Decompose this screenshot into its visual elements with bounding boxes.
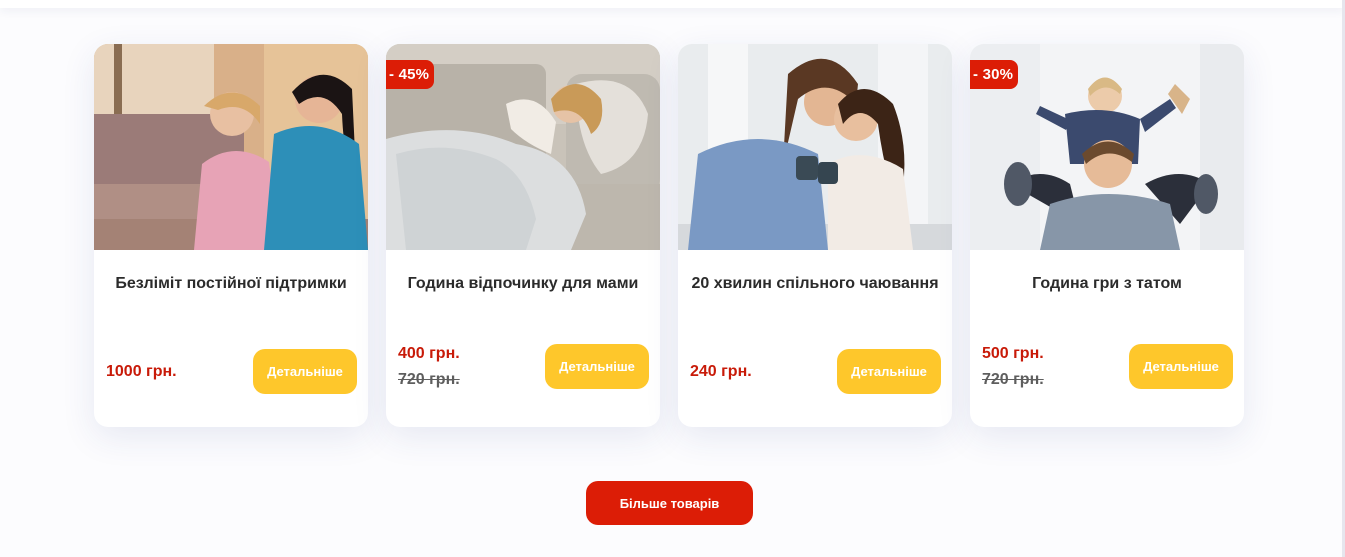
product-card[interactable]: Безліміт постійної підтримки 1000 грн. Д…	[94, 44, 368, 427]
product-price: 1000 грн.	[106, 363, 177, 380]
discount-badge: - 30%	[970, 60, 1019, 89]
product-photo[interactable]: - 45%	[386, 44, 660, 250]
price-block: 400 грн. 720 грн.	[398, 341, 460, 393]
product-photo[interactable]: - 30%	[970, 44, 1244, 250]
old-price: 720 грн.	[982, 371, 1044, 388]
product-title: Година гри з татом	[1032, 275, 1182, 292]
price-block: 1000 грн.	[106, 359, 177, 385]
product-card[interactable]: - 45% Година відпочинку для мами 400 грн…	[386, 44, 660, 427]
price-block: 240 грн.	[690, 359, 752, 385]
tea-together-image	[678, 44, 952, 250]
product-price: 240 грн.	[690, 363, 752, 380]
product-card[interactable]: - 30% Година гри з татом 500 грн. 720 гр…	[970, 44, 1244, 427]
product-title: Година відпочинку для мами	[407, 275, 639, 292]
product-photo[interactable]	[94, 44, 368, 250]
discount-badge: - 45%	[386, 60, 435, 89]
details-button[interactable]: Детальніше	[1129, 344, 1233, 389]
product-price: 500 грн.	[982, 345, 1044, 362]
product-grid: Безліміт постійної підтримки 1000 грн. Д…	[94, 44, 1244, 427]
details-button[interactable]: Детальніше	[837, 349, 941, 394]
product-photo[interactable]	[678, 44, 952, 250]
product-card[interactable]: 20 хвилин спільного чаювання 240 грн. Де…	[678, 44, 952, 427]
header-bar	[0, 0, 1345, 8]
details-button[interactable]: Детальніше	[253, 349, 357, 394]
more-products-button[interactable]: Більше товарів	[586, 481, 753, 525]
product-title: 20 хвилин спільного чаювання	[691, 275, 939, 292]
old-price: 720 грн.	[398, 371, 460, 388]
product-price: 400 грн.	[398, 345, 460, 362]
mother-daughter-sofa-image	[94, 44, 368, 250]
product-title: Безліміт постійної підтримки	[115, 275, 347, 292]
details-button[interactable]: Детальніше	[545, 344, 649, 389]
price-block: 500 грн. 720 грн.	[982, 341, 1044, 393]
